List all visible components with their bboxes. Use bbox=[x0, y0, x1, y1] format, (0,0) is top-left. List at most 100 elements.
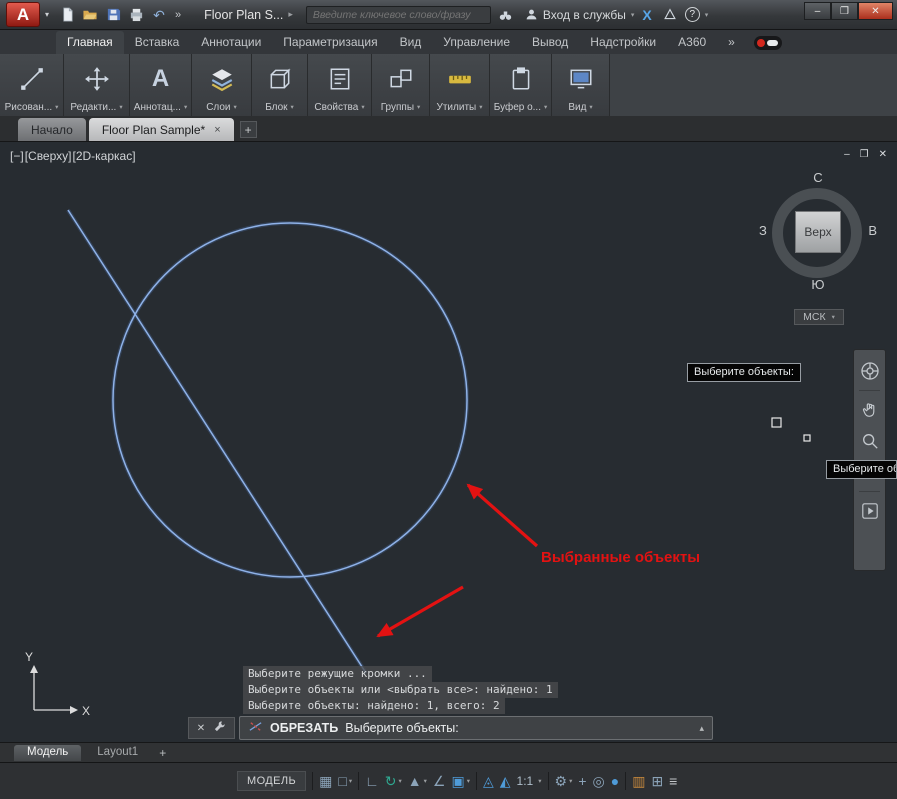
panel-draw[interactable]: Рисован...▾ bbox=[0, 54, 64, 116]
panel-layers[interactable]: Слои▾ bbox=[192, 54, 252, 116]
annotation-scale-control[interactable]: 1:1▾ bbox=[517, 774, 542, 788]
callout-arrow-upper bbox=[468, 485, 537, 546]
doc-minimize-icon[interactable]: – bbox=[844, 149, 850, 160]
viewcube[interactable]: С Ю З В Верх bbox=[756, 170, 880, 294]
command-input[interactable]: ОБРЕЗАТЬ Выберите объекты: ▴ bbox=[239, 716, 713, 740]
tab-output[interactable]: Вывод bbox=[521, 31, 579, 54]
exchange-apps-icon[interactable] bbox=[660, 6, 680, 24]
polar-tracking-icon[interactable]: ↻▾ bbox=[385, 774, 402, 788]
a360-sync-status-icon[interactable] bbox=[754, 36, 782, 50]
panel-block[interactable]: Блок▾ bbox=[252, 54, 308, 116]
tab-annotate[interactable]: Аннотации bbox=[190, 31, 272, 54]
ucs-x-label: X bbox=[82, 704, 90, 718]
showmotion-icon[interactable] bbox=[858, 499, 882, 523]
close-button[interactable]: ✕ bbox=[858, 2, 893, 20]
help-dropdown-icon[interactable]: ▾ bbox=[705, 11, 709, 19]
object-snap-tracking-icon[interactable]: ∠ bbox=[433, 774, 446, 788]
recent-commands-toggle-icon[interactable]: ▴ bbox=[699, 723, 704, 734]
restore-button[interactable]: ❐ bbox=[831, 2, 858, 20]
new-layout-button[interactable]: + bbox=[154, 746, 171, 760]
viewcube-top-face[interactable]: Верх bbox=[795, 211, 841, 253]
customize-statusbar-icon[interactable]: ≡ bbox=[669, 774, 677, 788]
tab-overflow-icon[interactable]: » bbox=[717, 31, 746, 54]
performance-monitor-icon[interactable]: ▥ bbox=[632, 774, 645, 788]
panel-groups[interactable]: Группы▾ bbox=[372, 54, 430, 116]
app-menu-arrow-icon[interactable]: ▾ bbox=[45, 10, 49, 19]
model-space-button[interactable]: МОДЕЛЬ bbox=[237, 771, 306, 791]
isolate-objects-icon[interactable]: ◎ bbox=[593, 774, 605, 788]
panel-utilities[interactable]: Утилиты▾ bbox=[430, 54, 490, 116]
statusbar-divider bbox=[358, 772, 359, 790]
panel-properties[interactable]: Свойства▾ bbox=[308, 54, 372, 116]
tab-manage[interactable]: Управление bbox=[432, 31, 521, 54]
trim-command-icon bbox=[248, 719, 263, 737]
new-file-icon[interactable] bbox=[58, 7, 76, 23]
app-logo[interactable]: A bbox=[6, 2, 40, 27]
tab-a360[interactable]: A360 bbox=[667, 31, 717, 54]
callout-arrow-lower bbox=[378, 587, 463, 636]
navigation-wheel-icon[interactable] bbox=[858, 359, 882, 383]
autodesk-exchange-icon[interactable]: X bbox=[639, 7, 654, 23]
viewcube-south[interactable]: Ю bbox=[756, 277, 880, 292]
viewport-view-control[interactable]: [Сверху] bbox=[25, 149, 72, 163]
file-tab-start[interactable]: Начало bbox=[18, 118, 86, 141]
clean-screen-icon[interactable]: ⊞ bbox=[651, 774, 663, 788]
panel-view[interactable]: Вид▾ bbox=[552, 54, 610, 116]
annotation-monitor-icon[interactable]: + bbox=[578, 774, 586, 788]
workspace-gear-icon[interactable]: ⚙▾ bbox=[555, 774, 573, 788]
panel-utilities-label: Утилиты bbox=[437, 102, 477, 113]
isometric-drafting-icon[interactable]: ▲▾ bbox=[408, 774, 427, 788]
tab-layout1[interactable]: Layout1 bbox=[84, 745, 151, 761]
qat-customize-icon[interactable]: » bbox=[173, 9, 183, 21]
pan-icon[interactable] bbox=[858, 398, 882, 422]
panel-modify[interactable]: Редакти...▾ bbox=[64, 54, 130, 116]
tab-model[interactable]: Модель bbox=[14, 745, 81, 761]
annotation-autoscale-icon[interactable]: ◭ bbox=[500, 774, 511, 788]
panel-clipboard[interactable]: Буфер о...▾ bbox=[490, 54, 552, 116]
object-snap-icon[interactable]: ▣▾ bbox=[451, 774, 470, 788]
groups-icon bbox=[388, 54, 414, 101]
doc-restore-icon[interactable]: ❐ bbox=[860, 149, 869, 160]
panel-dropdown-icon: ▾ bbox=[291, 103, 294, 111]
undo-icon[interactable]: ↶ bbox=[150, 7, 168, 23]
snap-icon[interactable]: □▾ bbox=[338, 774, 352, 788]
viewcube-north[interactable]: С bbox=[756, 170, 880, 185]
panel-layers-label: Слои bbox=[206, 102, 230, 113]
search-binoculars-icon[interactable] bbox=[496, 6, 516, 24]
new-drawing-tab-button[interactable]: + bbox=[240, 121, 257, 138]
cloud-icon bbox=[767, 40, 778, 46]
file-tab-close-icon[interactable]: × bbox=[214, 124, 220, 136]
tab-addins[interactable]: Надстройки bbox=[579, 31, 667, 54]
sign-in-control[interactable]: Вход в службы ▾ bbox=[525, 8, 635, 22]
viewcube-east[interactable]: В bbox=[868, 223, 877, 238]
panel-annotation[interactable]: A Аннотац...▾ bbox=[130, 54, 192, 116]
viewport-minimize-control[interactable]: [−] bbox=[10, 149, 24, 163]
tab-home[interactable]: Главная bbox=[56, 31, 124, 54]
zoom-icon[interactable] bbox=[858, 429, 882, 453]
search-input[interactable] bbox=[306, 6, 491, 24]
command-line-tools: ✕ bbox=[188, 717, 235, 739]
command-customize-icon[interactable] bbox=[213, 720, 226, 736]
viewcube-ucs-menu[interactable]: МСК ▾ bbox=[794, 309, 844, 325]
doc-close-icon[interactable]: ✕ bbox=[879, 149, 887, 160]
graphics-performance-icon[interactable]: ● bbox=[611, 774, 619, 788]
grid-icon[interactable]: ▦ bbox=[319, 774, 332, 788]
open-file-icon[interactable] bbox=[81, 7, 99, 23]
help-icon[interactable]: ? bbox=[685, 7, 700, 22]
annotation-visibility-icon[interactable]: ◬ bbox=[483, 774, 494, 788]
tab-parametric[interactable]: Параметризация bbox=[272, 31, 388, 54]
plot-icon[interactable] bbox=[127, 7, 145, 23]
file-tab-drawing[interactable]: Floor Plan Sample*× bbox=[89, 118, 234, 141]
line-object[interactable] bbox=[68, 210, 366, 673]
minimize-button[interactable]: – bbox=[804, 2, 831, 20]
tab-insert[interactable]: Вставка bbox=[124, 31, 191, 54]
save-icon[interactable] bbox=[104, 7, 122, 23]
tab-view[interactable]: Вид bbox=[389, 31, 433, 54]
draw-icon bbox=[19, 54, 45, 101]
viewport-visual-style-control[interactable]: [2D-каркас] bbox=[72, 149, 135, 163]
title-bar: A ▾ ↶ » Floor Plan S... ▸ Вход в службы … bbox=[0, 0, 897, 30]
viewcube-west[interactable]: З bbox=[759, 223, 767, 238]
ortho-icon[interactable]: ∟ bbox=[365, 774, 379, 788]
command-close-icon[interactable]: ✕ bbox=[197, 723, 205, 734]
drawing-area[interactable]: [−] [Сверху] [2D-каркас] – ❐ ✕ С Ю З В В… bbox=[0, 142, 897, 742]
